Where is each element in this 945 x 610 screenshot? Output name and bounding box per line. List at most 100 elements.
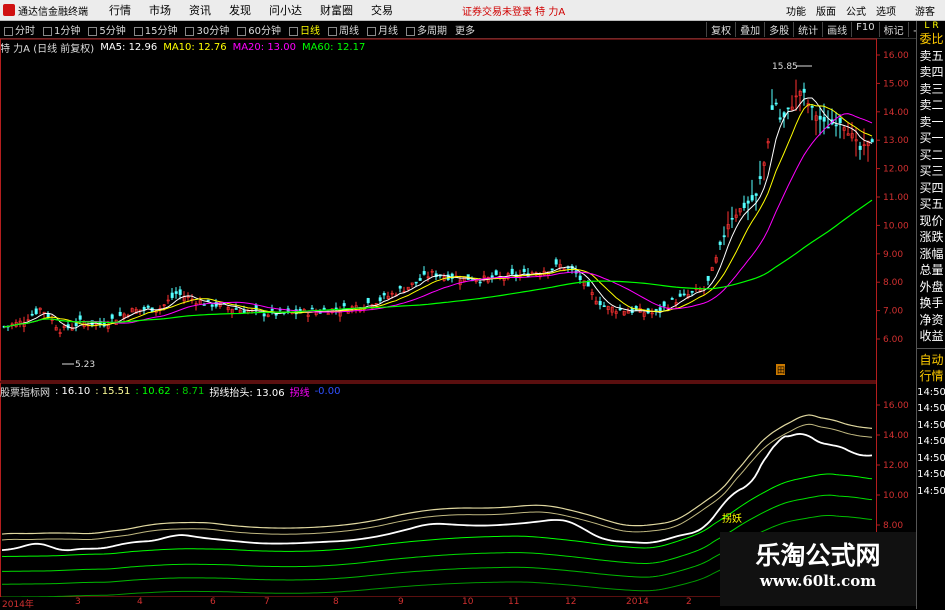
candle-body xyxy=(498,276,502,279)
candle-body xyxy=(670,298,674,300)
candle-body xyxy=(634,306,638,311)
candle-body xyxy=(90,320,94,326)
side-bottom-item-4[interactable]: 14:50 xyxy=(917,418,945,435)
tool-mark-button[interactable]: 标记 xyxy=(878,22,908,37)
candle-body xyxy=(750,195,754,201)
menu-ask[interactable]: 问小达 xyxy=(269,2,302,18)
guest-user[interactable]: 游客 xyxy=(915,3,935,18)
side-item-18[interactable]: 收益 xyxy=(917,328,945,345)
menu-wealth[interactable]: 财富圈 xyxy=(320,2,353,18)
candle-body xyxy=(290,312,294,315)
side-bottom-item-1[interactable]: 行情 xyxy=(917,368,945,385)
candle-body xyxy=(674,302,678,305)
date-label-11: 2 xyxy=(686,597,692,607)
period-tab-3[interactable]: 15分钟 xyxy=(133,22,177,37)
tool-f10-button[interactable]: F10 xyxy=(851,22,878,37)
side-item-8[interactable]: 买三 xyxy=(917,163,945,180)
candle-body xyxy=(470,279,474,282)
candle-body xyxy=(502,277,506,281)
price-tick-label: 13.00 xyxy=(883,136,909,146)
tool-draw-button[interactable]: 画线 xyxy=(822,22,851,37)
indicator-info: 股票指标网 : 16.10 : 15.51 : 10.62 : 8.71 拐线抬… xyxy=(0,384,345,399)
side-item-5[interactable]: 卖一 xyxy=(917,114,945,131)
side-bottom-item-7[interactable]: 14:50 xyxy=(917,467,945,484)
side-bottom-item-5[interactable]: 14:50 xyxy=(917,434,945,451)
candle-body xyxy=(38,307,42,311)
menu-discover[interactable]: 发现 xyxy=(229,2,251,18)
side-bottom-item-6[interactable]: 14:50 xyxy=(917,451,945,468)
candle-body xyxy=(702,288,706,291)
tool-overlay-button[interactable]: 叠加 xyxy=(735,22,764,37)
period-tab-5[interactable]: 60分钟 xyxy=(237,22,281,37)
side-item-13[interactable]: 涨幅 xyxy=(917,246,945,263)
candle-body xyxy=(34,308,38,314)
app-logo-icon xyxy=(3,4,15,16)
candle-body xyxy=(378,297,382,302)
side-item-11[interactable]: 现价 xyxy=(917,213,945,230)
price-tick-label: 9.00 xyxy=(883,250,903,260)
candle-body xyxy=(158,307,162,310)
menu-formula[interactable]: 公式 xyxy=(846,3,866,18)
period-tab-6[interactable]: 日线 xyxy=(288,22,320,37)
side-item-12[interactable]: 涨跌 xyxy=(917,229,945,246)
date-label-9: 12 xyxy=(565,597,577,607)
side-item-15[interactable]: 外盘 xyxy=(917,279,945,296)
side-bottom-item-0[interactable]: 自动 xyxy=(917,352,945,369)
side-item-10[interactable]: 买五 xyxy=(917,196,945,213)
tool-adjust-button[interactable]: 复权 xyxy=(706,22,735,37)
candle-body xyxy=(462,276,466,282)
watermark-title: 乐淘公式网 xyxy=(755,541,881,570)
side-item-7[interactable]: 买二 xyxy=(917,147,945,164)
candle-body xyxy=(126,314,130,317)
menu-trade[interactable]: 交易 xyxy=(371,2,393,18)
period-tab-7[interactable]: 周线 xyxy=(327,22,359,37)
candle-body xyxy=(858,145,862,150)
candle-body xyxy=(738,208,742,213)
candle-body xyxy=(354,305,358,310)
menu-options[interactable]: 选项 xyxy=(876,3,896,18)
candle-body xyxy=(822,117,826,122)
period-tab-1[interactable]: 1分钟 xyxy=(43,22,80,37)
candle-body xyxy=(510,268,514,275)
side-bottom-item-8[interactable]: 14:50 xyxy=(917,484,945,501)
side-item-9[interactable]: 买四 xyxy=(917,180,945,197)
side-tag-l[interactable]: L R xyxy=(917,21,945,31)
side-item-16[interactable]: 换手 xyxy=(917,295,945,312)
candle-body xyxy=(122,313,126,319)
side-item-3[interactable]: 卖三 xyxy=(917,81,945,98)
period-tab-2[interactable]: 5分钟 xyxy=(88,22,126,37)
menu-function[interactable]: 功能 xyxy=(786,3,806,18)
candle-body xyxy=(190,298,194,301)
side-item-1[interactable]: 卖五 xyxy=(917,48,945,65)
menu-market[interactable]: 市场 xyxy=(149,2,171,18)
side-bottom-item-2[interactable]: 14:50 xyxy=(917,385,945,402)
menu-layout[interactable]: 版面 xyxy=(816,3,836,18)
candle-body xyxy=(582,280,586,287)
period-label: 1分钟 xyxy=(54,26,81,37)
side-item-14[interactable]: 总量 xyxy=(917,262,945,279)
menu-news[interactable]: 资讯 xyxy=(189,2,211,18)
side-item-17[interactable]: 净资 xyxy=(917,312,945,329)
ma60-value: MA60: 12.17 xyxy=(301,41,366,53)
side-bottom-item-3[interactable]: 14:50 xyxy=(917,401,945,418)
period-tab-8[interactable]: 月线 xyxy=(366,22,398,37)
candle-body xyxy=(62,325,66,329)
candle-body xyxy=(542,270,546,276)
candle-body xyxy=(86,324,90,327)
period-tab-10[interactable]: 更多 xyxy=(455,22,475,37)
side-item-2[interactable]: 卖四 xyxy=(917,64,945,81)
ma5-value: MA5: 12.96 xyxy=(100,41,158,53)
side-item-4[interactable]: 卖二 xyxy=(917,97,945,114)
side-item-6[interactable]: 买一 xyxy=(917,130,945,147)
period-tab-9[interactable]: 多周期 xyxy=(405,22,447,37)
tool-multi-button[interactable]: 多股 xyxy=(764,22,793,37)
period-tab-0[interactable]: 分时 xyxy=(4,22,35,37)
period-tab-4[interactable]: 30分钟 xyxy=(185,22,229,37)
candle-body xyxy=(270,308,274,311)
candle-body xyxy=(374,303,378,306)
side-panel: L R 委比 卖五 卖四 卖三 卖二 卖一 买一 买二 买三 买四 买五 现价 涨跌 涨幅 总量 外盘 换手 净资… xyxy=(916,21,945,609)
right-menu: 功能 版面 公式 选项 xyxy=(781,3,901,18)
side-item-0[interactable]: 委比 xyxy=(917,31,945,48)
tool-stats-button[interactable]: 统计 xyxy=(793,22,822,37)
menu-quotes[interactable]: 行情 xyxy=(109,2,131,18)
